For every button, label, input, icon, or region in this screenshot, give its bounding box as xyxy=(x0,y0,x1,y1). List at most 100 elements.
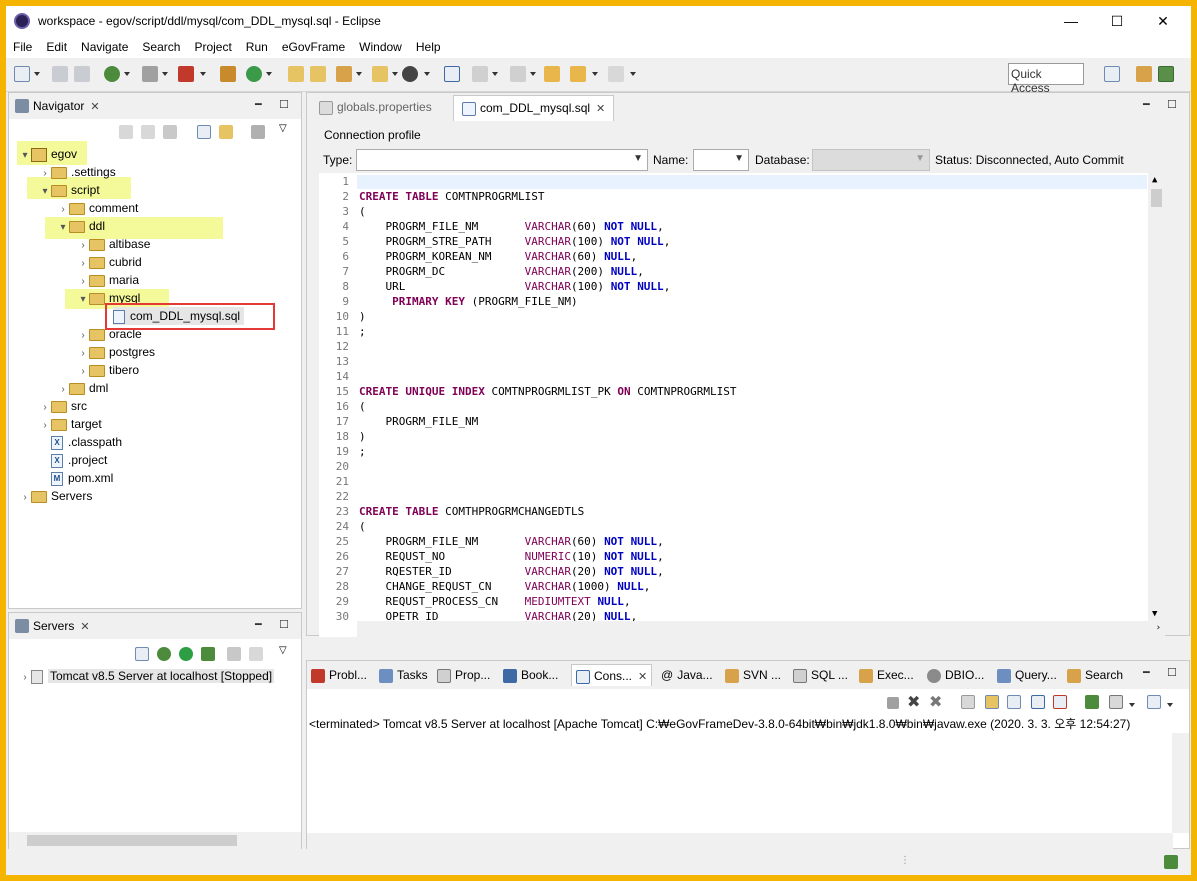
quick-access-field[interactable]: Quick Access xyxy=(1008,63,1084,95)
user-icon[interactable] xyxy=(402,66,418,82)
tree-item-altibase[interactable]: › altibase xyxy=(77,235,150,253)
open-console-dropdown-icon[interactable] xyxy=(1167,703,1173,707)
tab-console[interactable]: Cons... ✕ xyxy=(571,664,653,686)
run-icon[interactable] xyxy=(246,66,262,82)
tree-item-dml[interactable]: › dml xyxy=(57,379,108,397)
menu-egovframe[interactable]: eGovFrame xyxy=(275,40,352,54)
maximize-button[interactable]: ☐ xyxy=(1094,6,1140,36)
navigator-title[interactable]: Navigator xyxy=(33,99,84,113)
next-annotation-dropdown-icon[interactable] xyxy=(492,72,498,76)
stop-server-icon[interactable] xyxy=(227,647,241,661)
tree-item-comment[interactable]: › comment xyxy=(57,199,138,217)
wand-dropdown-icon[interactable] xyxy=(356,72,362,76)
servers-close-icon[interactable]: ✕ xyxy=(80,620,89,633)
name-combo[interactable]: ▼ xyxy=(693,149,749,171)
editor-hscroll[interactable]: › xyxy=(357,621,1165,637)
debug-dropdown-icon[interactable] xyxy=(124,72,130,76)
menu-navigate[interactable]: Navigate xyxy=(74,40,135,54)
code-line[interactable]: PRIMARY KEY (PROGRM_FILE_NM) xyxy=(359,295,577,308)
user-dropdown-icon[interactable] xyxy=(424,72,430,76)
forward-dropdown-icon[interactable] xyxy=(630,72,636,76)
open-project-icon[interactable] xyxy=(310,66,326,82)
debug-icon[interactable] xyxy=(104,66,120,82)
tree-item-postgres[interactable]: › postgres xyxy=(77,343,155,361)
tab-close-icon[interactable]: ✕ xyxy=(596,103,605,115)
start-server-icon[interactable] xyxy=(179,647,193,661)
egov-perspective-icon[interactable] xyxy=(1158,66,1174,82)
prev-annotation-dropdown-icon[interactable] xyxy=(530,72,536,76)
console-close-icon[interactable]: ✕ xyxy=(638,671,647,683)
back-icon[interactable] xyxy=(570,66,586,82)
servers-maximize-icon[interactable]: ☐ xyxy=(279,618,289,631)
tab-sql-results[interactable]: SQL ... xyxy=(793,664,848,686)
menu-window[interactable]: Window xyxy=(352,40,409,54)
code-line[interactable]: ( xyxy=(359,520,366,533)
tree-item-cubrid[interactable]: › cubrid xyxy=(77,253,141,271)
update-icon[interactable] xyxy=(1164,855,1178,869)
pin-console-icon[interactable] xyxy=(1085,695,1099,709)
package-icon[interactable] xyxy=(220,66,236,82)
tree-item-pom-xml[interactable]: Mpom.xml xyxy=(51,469,113,487)
stop-dropdown-icon[interactable] xyxy=(162,72,168,76)
tree-item-settings[interactable]: › .settings xyxy=(39,163,115,181)
code-line[interactable]: ( xyxy=(359,400,366,413)
sql-editor[interactable]: 1 2 CREATE TABLE COMTNPROGRMLIST 3(4 PROGRM… xyxy=(319,173,1165,637)
tab-javadoc[interactable]: @ Java... xyxy=(661,664,713,686)
menu-project[interactable]: Project xyxy=(187,40,238,54)
forward-icon[interactable] xyxy=(608,66,624,82)
tab-com-ddl-mysql-sql[interactable]: com_DDL_mysql.sql ✕ xyxy=(453,95,615,121)
console-vscroll[interactable] xyxy=(1172,733,1189,833)
open-folder-icon[interactable] xyxy=(288,66,304,82)
code-line[interactable]: REQUST_NO NUMERIC(10) NOT NULL, xyxy=(359,550,663,563)
back-dropdown-icon[interactable] xyxy=(592,72,598,76)
navigator-maximize-icon[interactable]: ☐ xyxy=(279,98,289,111)
tab-bookmarks[interactable]: Book... xyxy=(503,664,558,686)
tree-item-maria[interactable]: › maria xyxy=(77,271,139,289)
tree-item-tibero[interactable]: › tibero xyxy=(77,361,139,379)
run-external-icon[interactable] xyxy=(178,66,194,82)
code-line[interactable]: PROGRM_DC VARCHAR(200) NULL, xyxy=(359,265,643,278)
tree-item-src[interactable]: › src xyxy=(39,397,87,415)
code-line[interactable]: CREATE TABLE COMTNPROGRMLIST xyxy=(359,190,544,203)
word-wrap-icon[interactable] xyxy=(1007,695,1021,709)
tree-item-target[interactable]: › target xyxy=(39,415,101,433)
tab-dbio[interactable]: DBIO... xyxy=(927,664,984,686)
tab-problems[interactable]: Probl... xyxy=(311,664,367,686)
server-item-tomcat[interactable]: › Tomcat v8.5 Server at localhost [Stoppe… xyxy=(19,667,275,685)
console-minimize-icon[interactable]: ━ xyxy=(1143,666,1150,679)
show-stdout-icon[interactable] xyxy=(1031,695,1045,709)
remove-all-icon[interactable]: ✖ xyxy=(929,692,942,712)
link-editor-icon[interactable] xyxy=(219,125,233,139)
editor-minimize-icon[interactable]: ━ xyxy=(1143,98,1150,111)
tab-query[interactable]: Query... xyxy=(997,664,1057,686)
tab-properties[interactable]: Prop... xyxy=(437,664,490,686)
remove-launch-icon[interactable]: ✖ xyxy=(907,692,920,712)
code-line[interactable]: REQUST_PROCESS_CN MEDIUMTEXT NULL, xyxy=(359,595,630,608)
tab-search[interactable]: Search xyxy=(1067,664,1123,686)
editor-maximize-icon[interactable]: ☐ xyxy=(1167,98,1177,111)
menu-edit[interactable]: Edit xyxy=(39,40,74,54)
code-line[interactable]: PROGRM_KOREAN_NM VARCHAR(60) NULL, xyxy=(359,250,637,263)
editor-vscroll[interactable]: ▲ ▼ xyxy=(1148,173,1165,621)
console-hscroll[interactable] xyxy=(307,833,1173,850)
menu-run[interactable]: Run xyxy=(239,40,275,54)
servers-title[interactable]: Servers xyxy=(33,619,74,633)
clear-console-icon[interactable] xyxy=(961,695,975,709)
new-dropdown-icon[interactable] xyxy=(34,72,40,76)
servers-hscroll[interactable] xyxy=(9,832,301,849)
scroll-thumb[interactable] xyxy=(27,835,237,846)
publish-icon[interactable] xyxy=(249,647,263,661)
display-console-icon[interactable] xyxy=(1109,695,1123,709)
tree-item-ddl[interactable]: ▾ ddl xyxy=(57,217,105,235)
console-icon[interactable] xyxy=(444,66,460,82)
code-line[interactable]: CREATE UNIQUE INDEX COMTNPROGRMLIST_PK O… xyxy=(359,385,737,398)
new-icon[interactable] xyxy=(14,66,30,82)
code-line[interactable]: PROGRM_FILE_NM xyxy=(359,415,478,428)
scroll-thumb[interactable] xyxy=(1151,189,1162,207)
servers-view-menu-icon[interactable]: ▽ xyxy=(279,645,287,656)
run-external-dropdown-icon[interactable] xyxy=(200,72,206,76)
run-dropdown-icon[interactable] xyxy=(266,72,272,76)
collapse-icon[interactable] xyxy=(135,647,149,661)
open-console-icon[interactable] xyxy=(1147,695,1161,709)
menu-search[interactable]: Search xyxy=(135,40,187,54)
